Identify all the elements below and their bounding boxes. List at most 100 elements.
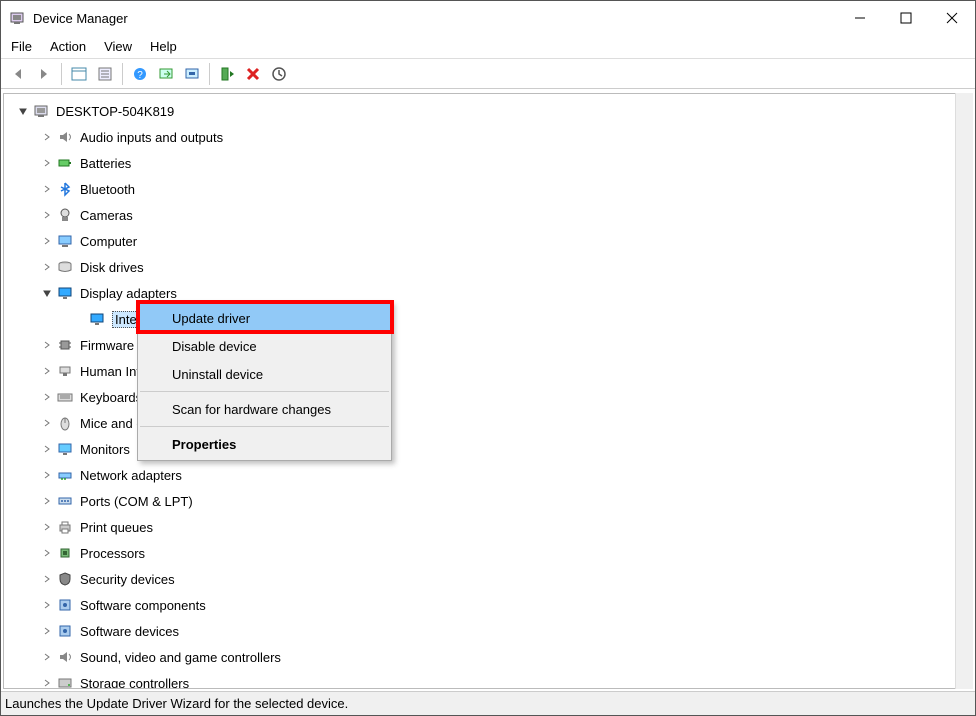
titlebar: Device Manager xyxy=(1,1,975,35)
context-separator xyxy=(140,426,389,427)
expander-icon[interactable] xyxy=(40,156,54,170)
menu-help[interactable]: Help xyxy=(150,39,177,54)
context-menu: Update driverDisable deviceUninstall dev… xyxy=(137,301,392,461)
tree-category-label: Software devices xyxy=(80,624,179,639)
expander-icon[interactable] xyxy=(40,390,54,404)
menu-view[interactable]: View xyxy=(104,39,132,54)
expander-icon[interactable] xyxy=(40,286,54,300)
disk-icon xyxy=(56,258,74,276)
tree-root[interactable]: DESKTOP-504K819 xyxy=(4,98,972,124)
show-all-button[interactable] xyxy=(67,62,91,86)
bluetooth-icon xyxy=(56,180,74,198)
update-driver-button[interactable] xyxy=(215,62,239,86)
tree-category[interactable]: Software devices xyxy=(4,618,972,644)
display-icon xyxy=(88,310,106,328)
tree-category[interactable]: Cameras xyxy=(4,202,972,228)
expander-icon[interactable] xyxy=(40,546,54,560)
expander-icon[interactable] xyxy=(40,494,54,508)
tree-category[interactable]: Processors xyxy=(4,540,972,566)
expander-icon[interactable] xyxy=(40,572,54,586)
security-icon xyxy=(56,570,74,588)
expander-icon[interactable] xyxy=(40,598,54,612)
window-title: Device Manager xyxy=(33,11,837,26)
expander-icon[interactable] xyxy=(40,260,54,274)
app-icon xyxy=(9,10,25,26)
expander-icon[interactable] xyxy=(40,442,54,456)
tree-category[interactable]: Batteries xyxy=(4,150,972,176)
context-item[interactable]: Update driver xyxy=(138,304,391,332)
tree-category-label: Monitors xyxy=(80,442,130,457)
expander-icon[interactable] xyxy=(40,676,54,689)
status-bar: Launches the Update Driver Wizard for th… xyxy=(1,691,975,715)
printer-icon xyxy=(56,518,74,536)
speaker-icon xyxy=(56,648,74,666)
tree-category[interactable]: Print queues xyxy=(4,514,972,540)
close-button[interactable] xyxy=(929,1,975,35)
tree-category-label: Firmware xyxy=(80,338,134,353)
battery-icon xyxy=(56,154,74,172)
computer-icon xyxy=(56,232,74,250)
tree-category-label: Bluetooth xyxy=(80,182,135,197)
tree-category-label: Security devices xyxy=(80,572,175,587)
forward-button[interactable] xyxy=(32,62,56,86)
expander-icon[interactable] xyxy=(40,416,54,430)
monitor-icon xyxy=(56,440,74,458)
speaker-icon xyxy=(56,128,74,146)
tree-category[interactable]: Audio inputs and outputs xyxy=(4,124,972,150)
tree-category[interactable]: Ports (COM & LPT) xyxy=(4,488,972,514)
tree-category-label: Sound, video and game controllers xyxy=(80,650,281,665)
action-center-button[interactable] xyxy=(154,62,178,86)
tree-category[interactable]: Network adapters xyxy=(4,462,972,488)
window-controls xyxy=(837,1,975,35)
menu-action[interactable]: Action xyxy=(50,39,86,54)
expander-icon[interactable] xyxy=(40,338,54,352)
software-icon xyxy=(56,622,74,640)
expander-icon[interactable] xyxy=(40,520,54,534)
camera-icon xyxy=(56,206,74,224)
maximize-button[interactable] xyxy=(883,1,929,35)
back-button[interactable] xyxy=(6,62,30,86)
tree-category[interactable]: Software components xyxy=(4,592,972,618)
mouse-icon xyxy=(56,414,74,432)
uninstall-button[interactable] xyxy=(241,62,265,86)
tree-category[interactable]: Computer xyxy=(4,228,972,254)
context-separator xyxy=(140,391,389,392)
expander-icon[interactable] xyxy=(16,104,30,118)
expander-icon[interactable] xyxy=(40,468,54,482)
tree-category[interactable]: Sound, video and game controllers xyxy=(4,644,972,670)
tree-category-label: Software components xyxy=(80,598,206,613)
port-icon xyxy=(56,492,74,510)
expander-icon[interactable] xyxy=(40,130,54,144)
tree-category[interactable]: Security devices xyxy=(4,566,972,592)
status-text: Launches the Update Driver Wizard for th… xyxy=(5,696,348,711)
context-item[interactable]: Disable device xyxy=(138,332,391,360)
tree-category-label: Network adapters xyxy=(80,468,182,483)
expander-icon[interactable] xyxy=(40,364,54,378)
tree-category[interactable]: Storage controllers xyxy=(4,670,972,689)
menu-file[interactable]: File xyxy=(11,39,32,54)
tree-category-label: Computer xyxy=(80,234,137,249)
svg-text:?: ? xyxy=(137,70,143,81)
properties-button[interactable] xyxy=(93,62,117,86)
tree-category-label: Cameras xyxy=(80,208,133,223)
expander-icon[interactable] xyxy=(40,234,54,248)
help-button[interactable]: ? xyxy=(128,62,152,86)
tree-category-label: Ports (COM & LPT) xyxy=(80,494,193,509)
hid-icon xyxy=(56,362,74,380)
software-icon xyxy=(56,596,74,614)
tree-category-label: Processors xyxy=(80,546,145,561)
enable-button[interactable] xyxy=(267,62,291,86)
tree-category[interactable]: Disk drives xyxy=(4,254,972,280)
context-item[interactable]: Properties xyxy=(138,430,391,458)
computer-icon xyxy=(32,102,50,120)
expander-icon[interactable] xyxy=(40,624,54,638)
context-item[interactable]: Scan for hardware changes xyxy=(138,395,391,423)
expander-icon[interactable] xyxy=(40,182,54,196)
expander-icon[interactable] xyxy=(40,208,54,222)
scan-hardware-button[interactable] xyxy=(180,62,204,86)
minimize-button[interactable] xyxy=(837,1,883,35)
vertical-scrollbar[interactable] xyxy=(955,93,973,689)
tree-category[interactable]: Bluetooth xyxy=(4,176,972,202)
expander-icon[interactable] xyxy=(40,650,54,664)
context-item[interactable]: Uninstall device xyxy=(138,360,391,388)
